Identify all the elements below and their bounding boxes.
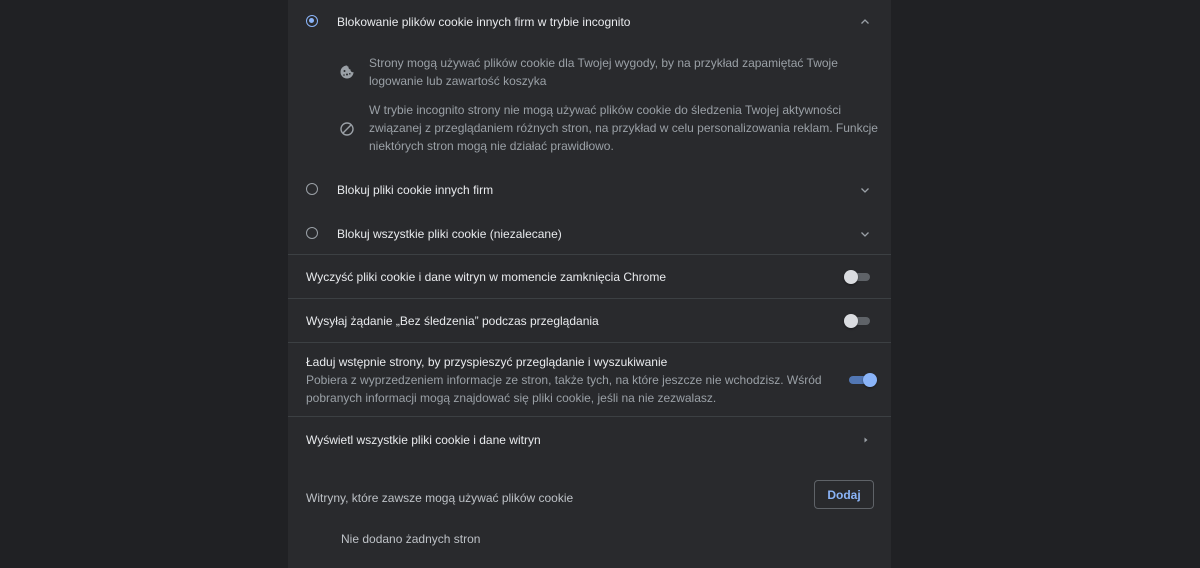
add-site-button[interactable]: Dodaj [814,480,874,509]
cookie-settings-card: Blokowanie plików cookie innych firm w t… [288,0,891,568]
incognito-detail-tracking-line: niektórych stron mogą nie działać prawid… [369,139,614,153]
divider [288,342,891,343]
preload-toggle[interactable] [847,373,877,387]
arrow-right-icon[interactable] [860,434,872,446]
radio-block-third-party[interactable] [306,183,318,195]
divider [288,416,891,417]
do-not-track-label: Wysyłaj żądanie „Bez śledzenia” podczas … [306,314,599,328]
preload-description-line: Pobiera z wyprzedzeniem informacje ze st… [306,373,822,387]
radio-block-incognito[interactable] [306,15,318,27]
incognito-detail-cookie-text: Strony mogą używać plików cookie dla Two… [369,54,838,90]
empty-sites-text: Nie dodano żadnych stron [341,532,481,546]
chevron-down-icon[interactable] [859,228,871,240]
chevron-down-icon[interactable] [859,184,871,196]
incognito-detail-tracking-line: związanej z przeglądaniem różnych stron,… [369,121,878,135]
clear-on-exit-toggle[interactable] [844,270,872,284]
preload-description-line: pobranych informacji mogą znajdować się … [306,391,717,405]
radio-block-all[interactable] [306,227,318,239]
allowed-sites-heading: Witryny, które zawsze mogą używać plików… [306,491,574,505]
cookie-icon [339,64,355,80]
incognito-detail-tracking-line: W trybie incognito strony nie mogą używa… [369,103,842,117]
option-label-third-party[interactable]: Blokuj pliki cookie innych firm [337,183,493,197]
incognito-detail-cookie-line: Strony mogą używać plików cookie dla Two… [369,56,838,70]
divider [288,298,891,299]
block-icon [339,121,355,137]
chevron-up-icon[interactable] [859,16,871,28]
incognito-detail-cookie-line: logowanie lub zawartość koszyka [369,74,547,88]
clear-on-exit-label: Wyczyść pliki cookie i dane witryn w mom… [306,270,667,284]
preload-description: Pobiera z wyprzedzeniem informacje ze st… [306,371,822,407]
preload-label: Ładuj wstępnie strony, by przyspieszyć p… [306,355,668,369]
incognito-detail-tracking-text: W trybie incognito strony nie mogą używa… [369,101,878,155]
see-all-cookies-link[interactable]: Wyświetl wszystkie pliki cookie i dane w… [306,433,541,447]
divider [288,254,891,255]
do-not-track-toggle[interactable] [844,314,872,328]
option-label-incognito[interactable]: Blokowanie plików cookie innych firm w t… [337,15,630,29]
option-label-block-all[interactable]: Blokuj wszystkie pliki cookie (niezaleca… [337,227,562,241]
